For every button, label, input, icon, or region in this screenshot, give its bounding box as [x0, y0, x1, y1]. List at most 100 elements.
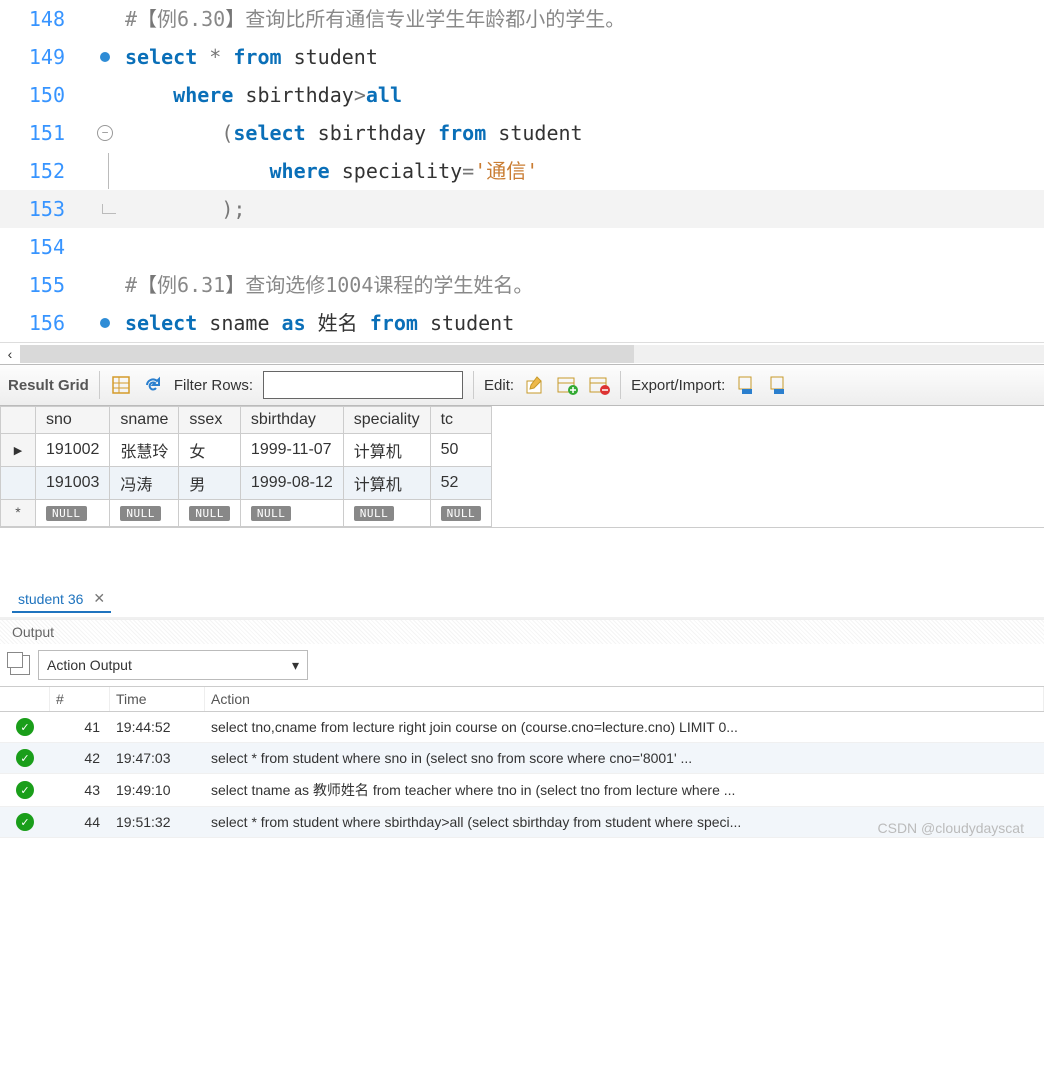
- cell[interactable]: 191002: [36, 434, 110, 467]
- column-header[interactable]: sbirthday: [240, 407, 343, 434]
- code-line[interactable]: 151− (select sbirthday from student: [0, 114, 1044, 152]
- cell-null[interactable]: NULL: [240, 500, 343, 527]
- breakpoint-marker[interactable]: [100, 52, 110, 62]
- separator: [620, 371, 621, 399]
- output-toolbar: Action Output ▾: [0, 644, 1044, 686]
- filter-rows-input[interactable]: [263, 371, 463, 399]
- breakpoint-marker[interactable]: [100, 318, 110, 328]
- filter-rows-label: Filter Rows:: [174, 377, 253, 394]
- code-line[interactable]: 156 select sname as 姓名 from student: [0, 304, 1044, 342]
- line-number: 156: [0, 304, 85, 342]
- cell-null[interactable]: NULL: [430, 500, 492, 527]
- cell-null[interactable]: NULL: [343, 500, 430, 527]
- output-row[interactable]: 4419:51:32select * from student where sb…: [0, 807, 1044, 838]
- code-line[interactable]: 153 );: [0, 190, 1044, 228]
- cell[interactable]: 女: [179, 434, 241, 467]
- table-row[interactable]: 191003冯涛男1999-08-12计算机52: [1, 467, 492, 500]
- scroll-thumb[interactable]: [20, 345, 634, 363]
- cell[interactable]: 计算机: [343, 434, 430, 467]
- cell[interactable]: 计算机: [343, 467, 430, 500]
- code-text[interactable]: (select sbirthday from student: [125, 114, 1044, 152]
- cell-null[interactable]: NULL: [36, 500, 110, 527]
- separator: [99, 371, 100, 399]
- cell-null[interactable]: NULL: [179, 500, 241, 527]
- line-number: 152: [0, 152, 85, 190]
- column-header[interactable]: ssex: [179, 407, 241, 434]
- code-text[interactable]: select sname as 姓名 from student: [125, 304, 1044, 342]
- cell[interactable]: 50: [430, 434, 492, 467]
- line-number: 153: [0, 190, 85, 228]
- line-number: 149: [0, 38, 85, 76]
- edit-icon[interactable]: [524, 375, 546, 395]
- result-grid[interactable]: snosnamessexsbirthdayspecialitytc191002张…: [0, 406, 1044, 528]
- tab-student-36[interactable]: student 36 ✕: [12, 586, 111, 613]
- editor-horizontal-scrollbar[interactable]: ‹: [0, 342, 1044, 364]
- code-text[interactable]: where speciality='通信': [125, 152, 1044, 190]
- output-row[interactable]: 4119:44:52select tno,cname from lecture …: [0, 712, 1044, 743]
- code-line[interactable]: 148 #【例6.30】查询比所有通信专业学生年龄都小的学生。: [0, 0, 1044, 38]
- gutter[interactable]: [85, 52, 125, 62]
- result-tab-bar: student 36 ✕: [0, 578, 1044, 619]
- row-marker[interactable]: [1, 434, 36, 467]
- table-row[interactable]: 191002张慧玲女1999-11-07计算机50: [1, 434, 492, 467]
- close-icon[interactable]: ✕: [93, 590, 105, 607]
- output-seq: 43: [50, 782, 110, 798]
- table-row[interactable]: NULLNULLNULLNULLNULLNULL: [1, 500, 492, 527]
- code-text[interactable]: select * from student: [125, 38, 1044, 76]
- output-time: 19:49:10: [110, 782, 205, 798]
- line-number: 148: [0, 0, 85, 38]
- gutter[interactable]: [85, 318, 125, 328]
- gutter[interactable]: [85, 153, 125, 189]
- gutter[interactable]: −: [85, 125, 125, 141]
- sql-editor[interactable]: 148 #【例6.30】查询比所有通信专业学生年龄都小的学生。 149 select …: [0, 0, 1044, 342]
- export-icon[interactable]: [735, 375, 757, 395]
- fold-end: [102, 204, 116, 214]
- row-marker[interactable]: [1, 467, 36, 500]
- code-line[interactable]: 150 where sbirthday>all: [0, 76, 1044, 114]
- cell[interactable]: 1999-08-12: [240, 467, 343, 500]
- output-time: 19:44:52: [110, 719, 205, 735]
- delete-row-icon[interactable]: [588, 375, 610, 395]
- cell[interactable]: 52: [430, 467, 492, 500]
- result-grid-toolbar: Result Grid Filter Rows: Edit: Export/Im…: [0, 364, 1044, 406]
- fold-toggle-icon[interactable]: −: [97, 125, 113, 141]
- separator: [473, 371, 474, 399]
- cell[interactable]: 男: [179, 467, 241, 500]
- column-header[interactable]: speciality: [343, 407, 430, 434]
- cell[interactable]: 冯涛: [110, 467, 179, 500]
- export-import-label: Export/Import:: [631, 377, 725, 394]
- fold-guide: [108, 153, 109, 189]
- column-header[interactable]: tc: [430, 407, 492, 434]
- status-ok-icon: [16, 813, 34, 831]
- code-text[interactable]: #【例6.31】查询选修1004课程的学生姓名。: [125, 266, 1044, 304]
- code-text[interactable]: where sbirthday>all: [125, 76, 1044, 114]
- column-header[interactable]: sname: [110, 407, 179, 434]
- code-line[interactable]: 155 #【例6.31】查询选修1004课程的学生姓名。: [0, 266, 1044, 304]
- scroll-track[interactable]: [20, 345, 1044, 363]
- column-header[interactable]: sno: [36, 407, 110, 434]
- code-line[interactable]: 154: [0, 228, 1044, 266]
- copy-icon[interactable]: [10, 655, 30, 675]
- cell[interactable]: 191003: [36, 467, 110, 500]
- cell[interactable]: 1999-11-07: [240, 434, 343, 467]
- code-line[interactable]: 152 where speciality='通信': [0, 152, 1044, 190]
- code-text[interactable]: );: [125, 190, 1044, 228]
- gutter[interactable]: [85, 204, 125, 214]
- line-number: 150: [0, 76, 85, 114]
- output-row[interactable]: 4319:49:10select tname as 教师姓名 from teac…: [0, 774, 1044, 807]
- cell[interactable]: 张慧玲: [110, 434, 179, 467]
- row-marker[interactable]: [1, 500, 36, 527]
- scroll-left-button[interactable]: ‹: [0, 344, 20, 364]
- code-line[interactable]: 149 select * from student: [0, 38, 1044, 76]
- output-rows[interactable]: 4119:44:52select tno,cname from lecture …: [0, 712, 1044, 838]
- grid-view-icon[interactable]: [110, 375, 132, 395]
- import-icon[interactable]: [767, 375, 789, 395]
- code-text[interactable]: #【例6.30】查询比所有通信专业学生年龄都小的学生。: [125, 0, 1044, 38]
- refresh-icon[interactable]: [142, 375, 164, 395]
- line-number: 155: [0, 266, 85, 304]
- cell-null[interactable]: NULL: [110, 500, 179, 527]
- chevron-down-icon: ▾: [292, 657, 299, 674]
- insert-row-icon[interactable]: [556, 375, 578, 395]
- output-type-dropdown[interactable]: Action Output ▾: [38, 650, 308, 680]
- output-row[interactable]: 4219:47:03select * from student where sn…: [0, 743, 1044, 774]
